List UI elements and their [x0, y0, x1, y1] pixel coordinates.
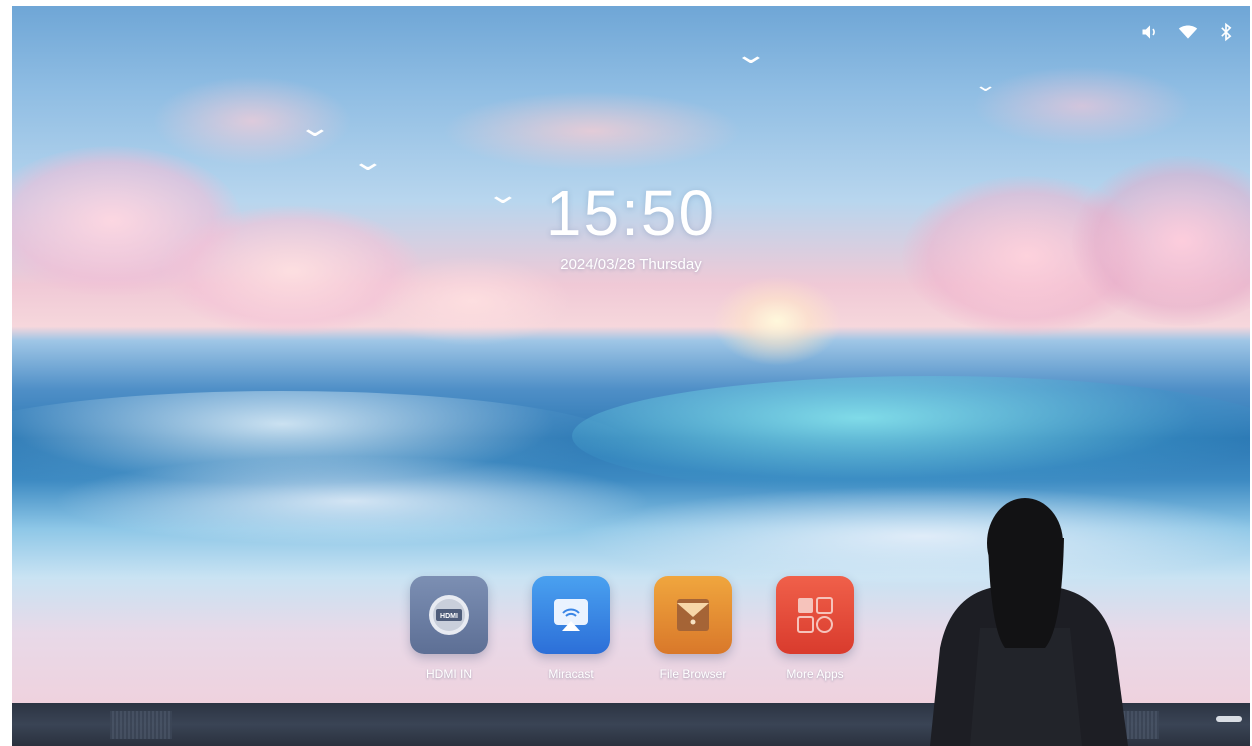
cloud	[442, 91, 742, 171]
app-hdmi-in[interactable]: HDMI HDMI IN	[410, 576, 488, 681]
speaker-grille	[110, 711, 172, 739]
miracast-icon[interactable]	[532, 576, 610, 654]
file-browser-icon[interactable]	[654, 576, 732, 654]
app-label: File Browser	[659, 667, 727, 681]
more-apps-icon[interactable]	[776, 576, 854, 654]
app-more-apps[interactable]: More Apps	[776, 576, 854, 681]
wifi-icon[interactable]	[1178, 22, 1198, 42]
clock-time: 15:50	[545, 177, 717, 249]
app-miracast[interactable]: Miracast	[532, 576, 610, 681]
sun-glow	[712, 276, 842, 366]
bird-icon: ⌄	[297, 112, 333, 142]
presenter-photo	[930, 498, 1128, 746]
bird-icon: ⌄	[973, 75, 998, 95]
hdmi-icon[interactable]: HDMI	[410, 576, 488, 654]
wave	[52, 456, 652, 546]
cloud	[972, 66, 1192, 146]
app-label: Miracast	[548, 667, 594, 681]
app-label: More Apps	[786, 667, 844, 681]
clock-date: 2024/03/28 Thursday	[560, 256, 702, 273]
app-label: HDMI IN	[426, 667, 472, 681]
bluetooth-icon[interactable]	[1216, 22, 1236, 42]
wave	[572, 376, 1250, 496]
app-dock: HDMI HDMI IN Miracast File Browser More …	[410, 576, 854, 681]
app-file-browser[interactable]: File Browser	[654, 576, 732, 681]
volume-icon[interactable]	[1140, 22, 1160, 42]
bird-icon: ⌄	[350, 146, 386, 176]
hdmi-icon-text: HDMI	[440, 613, 458, 620]
bird-icon: ⌄	[733, 39, 769, 69]
status-bar	[1140, 22, 1236, 42]
power-indicator	[1216, 716, 1242, 722]
